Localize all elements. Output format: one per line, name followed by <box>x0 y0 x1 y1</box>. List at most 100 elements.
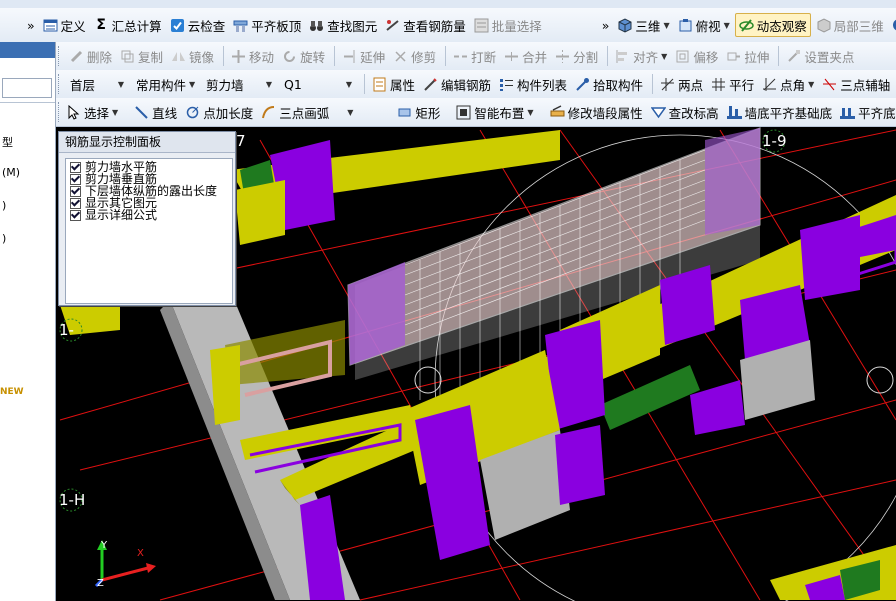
name-select[interactable]: Q1 ▼ <box>280 74 356 94</box>
point-angle-dropdown-icon[interactable]: ▼ <box>808 80 814 89</box>
extend-icon <box>344 49 355 63</box>
type-select-value: 剪力墙 <box>206 77 244 93</box>
checkbox[interactable] <box>70 209 81 221</box>
mirror-button[interactable]: 镜像 <box>168 45 217 67</box>
toolbar-overflow-button[interactable]: » <box>24 14 38 36</box>
arc-dropdown-icon[interactable]: ▼ <box>347 108 353 117</box>
component-list-button[interactable]: 构件列表 <box>496 73 570 95</box>
cloud-check-button[interactable]: 云检查 <box>167 14 229 36</box>
modify-wall-segment-button[interactable]: 修改墙段属性 <box>547 101 646 123</box>
align-bottom-button[interactable]: 平齐底 <box>837 101 896 123</box>
left-panel-item-label-2[interactable]: ) <box>2 232 6 245</box>
option-show-detailed-formula[interactable]: 显示详细公式 <box>70 209 232 221</box>
break-button[interactable]: 打断 <box>450 45 499 67</box>
split-label: 分割 <box>573 49 599 65</box>
wall[interactable] <box>235 180 285 245</box>
summary-calc-button[interactable]: Σ 汇总计算 <box>91 14 165 36</box>
sigma-icon: Σ <box>96 16 106 33</box>
copy-button[interactable]: 复制 <box>117 45 166 67</box>
toolbar-grip[interactable] <box>58 74 62 94</box>
category-select-value: 常用构件 <box>136 77 187 93</box>
wall-bottom-align-button[interactable]: 墙底平齐基础底 <box>724 101 836 123</box>
two-point-axis-button[interactable]: 两点 <box>657 73 706 95</box>
checkbox[interactable] <box>70 197 81 209</box>
axis-label-1-9: 1-9 <box>762 132 787 150</box>
separator <box>607 46 609 66</box>
column[interactable] <box>800 215 860 300</box>
checkbox[interactable] <box>70 161 81 173</box>
point-angle-axis-button[interactable]: 点角 ▼ <box>759 73 817 95</box>
property-button[interactable]: 属性 <box>369 73 418 95</box>
delete-button[interactable]: 删除 <box>66 45 115 67</box>
select-button[interactable]: 选择 ▼ <box>63 101 121 123</box>
select-dropdown-icon[interactable]: ▼ <box>112 108 118 117</box>
separator <box>778 46 780 66</box>
align-dropdown-icon[interactable]: ▼ <box>661 52 667 61</box>
view-3d-button[interactable]: 三维 ▼ <box>614 14 672 36</box>
check-elevation-button[interactable]: 查改标高 <box>648 101 722 123</box>
define-button[interactable]: 定义 <box>40 14 89 36</box>
toolbar-grip[interactable] <box>58 46 62 66</box>
coordinate-gizmo: Y X Z <box>94 540 156 589</box>
top-view-button[interactable]: 俯视 ▼ <box>675 14 733 36</box>
category-select[interactable]: 常用构件 ▼ <box>132 74 198 94</box>
rectangle-button[interactable]: 矩形 <box>394 101 443 123</box>
left-panel-search-box[interactable] <box>2 78 52 98</box>
point-angle-icon <box>763 77 777 91</box>
type-select[interactable]: 剪力墙 ▼ <box>202 74 276 94</box>
zoom-button[interactable] <box>889 14 896 36</box>
set-grip-button[interactable]: 设置夹点 <box>783 45 857 67</box>
line-button[interactable]: 直线 <box>131 101 180 123</box>
batch-select-button[interactable]: 批量选择 <box>471 14 545 36</box>
pick-component-button[interactable]: 拾取构件 <box>572 73 646 95</box>
trim-button[interactable]: 修剪 <box>390 45 439 67</box>
rebar-display-panel-title[interactable]: 钢筋显示控制面板 <box>59 132 235 153</box>
offset-button[interactable]: 偏移 <box>672 45 721 67</box>
three-point-axis-button[interactable]: 三点辅轴 <box>819 73 893 95</box>
option-label: 显示详细公式 <box>85 208 158 222</box>
slab[interactable] <box>600 365 700 430</box>
left-panel-header[interactable] <box>0 42 55 58</box>
orbit-handle-left[interactable] <box>414 366 442 394</box>
align-slab-top-button[interactable]: 平齐板顶 <box>230 14 304 36</box>
modify-wall-segment-label: 修改墙段属性 <box>567 105 643 121</box>
parallel-axis-button[interactable]: 平行 <box>708 73 757 95</box>
extend-button[interactable]: 延伸 <box>339 45 388 67</box>
smart-layout-button[interactable]: 智能布置 ▼ <box>453 101 536 123</box>
align-button[interactable]: 对齐 ▼ <box>612 45 670 67</box>
left-panel-door-label[interactable]: (M) <box>2 166 20 179</box>
floor-select[interactable]: 首层 ▼ <box>66 74 128 94</box>
left-panel-item-label[interactable]: ) <box>2 199 6 212</box>
view-3d-dropdown-icon[interactable]: ▼ <box>663 21 669 30</box>
rotate-button[interactable]: 旋转 <box>279 45 328 67</box>
wall[interactable] <box>210 345 240 425</box>
toolbar-grip[interactable] <box>58 102 59 122</box>
view-rebar-amount-button[interactable]: 查看钢筋量 <box>382 14 469 36</box>
orbit-icon <box>739 18 754 32</box>
edit-toolbar: 删除 复制 镜像 移动 旋转 延伸 修剪 打断 合并 分割 对齐 ▼ 偏移 拉伸 … <box>56 42 896 71</box>
left-panel-type-label[interactable]: 型 <box>2 134 13 150</box>
column[interactable] <box>555 425 605 505</box>
stretch-button[interactable]: 拉伸 <box>723 45 772 67</box>
smart-layout-dropdown-icon[interactable]: ▼ <box>527 108 533 117</box>
point-angle-label: 点角 <box>780 77 806 93</box>
split-button[interactable]: 分割 <box>552 45 601 67</box>
find-element-button[interactable]: 查找图元 <box>306 14 380 36</box>
merge-button[interactable]: 合并 <box>501 45 550 67</box>
menu-bar[interactable] <box>0 0 896 8</box>
axis-label-7: 7 <box>236 132 246 150</box>
point-length-button[interactable]: 点加长度 <box>182 101 256 123</box>
top-view-icon <box>679 18 692 31</box>
move-button[interactable]: 移动 <box>228 45 277 67</box>
local-3d-button[interactable]: 局部三维 <box>813 14 887 36</box>
top-view-dropdown-icon[interactable]: ▼ <box>724 21 730 30</box>
orbit-handle-right[interactable] <box>866 366 894 394</box>
point-length-icon <box>186 106 199 118</box>
three-point-arc-button[interactable]: 三点画弧 ▼ <box>258 101 356 123</box>
toolbar-overflow-button-2[interactable]: » <box>599 14 613 36</box>
dynamic-orbit-button[interactable]: 动态观察 <box>734 13 811 37</box>
edit-rebar-button[interactable]: 编辑钢筋 <box>420 73 494 95</box>
checkbox[interactable] <box>70 185 81 197</box>
checkbox[interactable] <box>70 173 81 185</box>
align-label: 对齐 <box>633 49 659 65</box>
